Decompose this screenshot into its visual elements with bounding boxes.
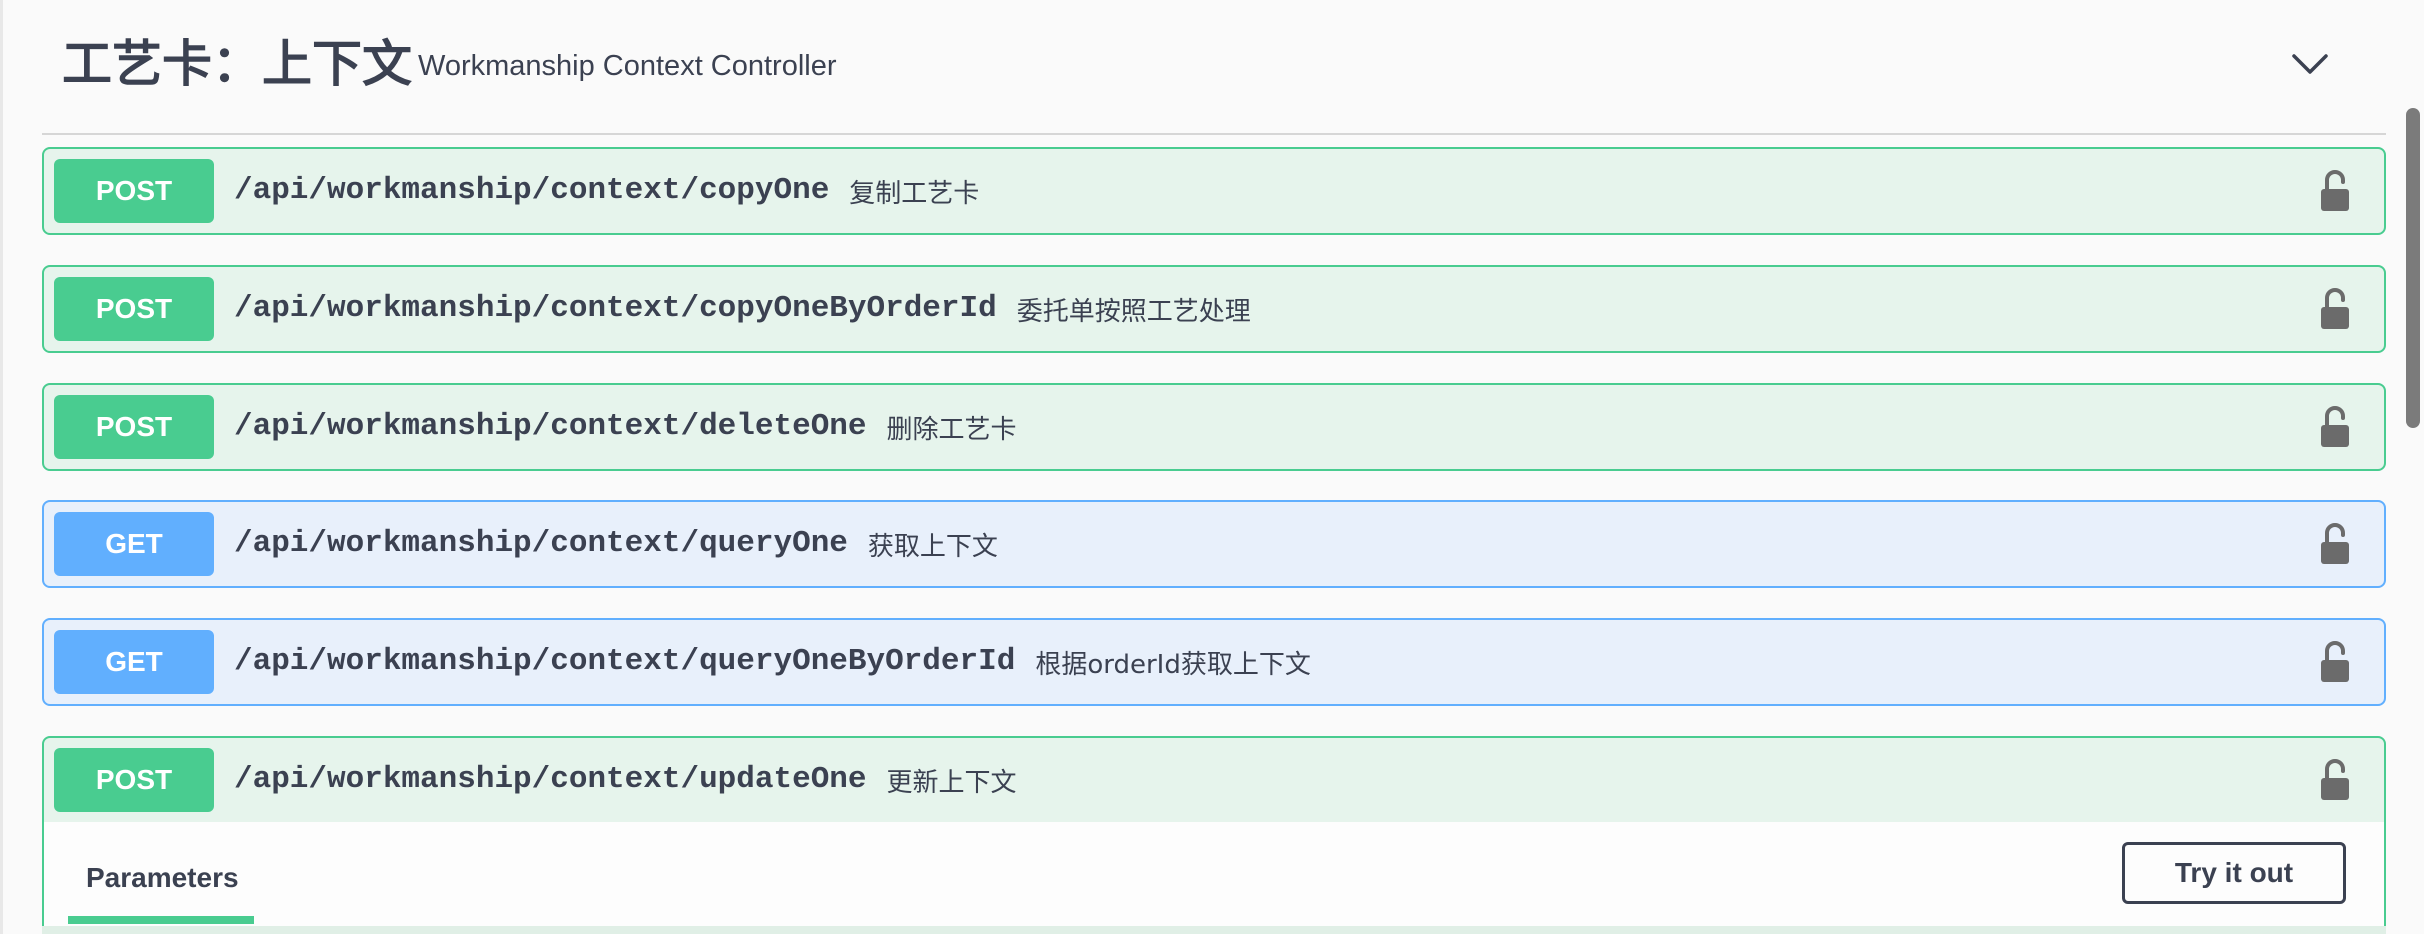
operation-path-row: /api/workmanship/context/queryOne 获取上下文 xyxy=(234,524,998,564)
operation-summary: 更新上下文 xyxy=(886,767,1017,798)
operation-summary: 获取上下文 xyxy=(867,531,998,562)
page: 工艺卡：上下文 Workmanship Context Controller P… xyxy=(0,0,2424,934)
operation-body-background xyxy=(44,822,2384,932)
operation-deleteone[interactable]: POST /api/workmanship/context/deleteOne … xyxy=(42,383,2386,471)
tag-section-header[interactable]: 工艺卡：上下文 Workmanship Context Controller xyxy=(42,0,2386,135)
operation-summary: 根据orderId获取上下文 xyxy=(1035,649,1311,680)
operation-summary: 删除工艺卡 xyxy=(886,414,1017,445)
scrollbar-thumb[interactable] xyxy=(2406,108,2420,428)
method-badge: GET xyxy=(54,630,214,694)
operation-updateone[interactable]: POST /api/workmanship/context/updateOne … xyxy=(42,736,2386,824)
operation-path-row: /api/workmanship/context/copyOneByOrderI… xyxy=(234,289,1251,329)
method-badge: POST xyxy=(54,159,214,223)
operation-path: /api/workmanship/context/deleteOne xyxy=(234,409,867,444)
operation-queryonebyorderid[interactable]: GET /api/workmanship/context/queryOneByO… xyxy=(42,618,2386,706)
operation-queryone[interactable]: GET /api/workmanship/context/queryOne 获取… xyxy=(42,500,2386,588)
method-badge: POST xyxy=(54,395,214,459)
section-divider xyxy=(42,926,2386,934)
tag-description: Workmanship Context Controller xyxy=(418,50,837,82)
operation-path-row: /api/workmanship/context/copyOne 复制工艺卡 xyxy=(234,171,979,211)
try-it-out-button[interactable]: Try it out xyxy=(2122,842,2346,904)
operation-path: /api/workmanship/context/queryOneByOrder… xyxy=(234,644,1016,679)
operation-path: /api/workmanship/context/updateOne xyxy=(234,762,867,797)
tab-parameters[interactable]: Parameters xyxy=(86,858,239,898)
unlock-icon[interactable] xyxy=(2318,169,2352,213)
unlock-icon[interactable] xyxy=(2318,287,2352,331)
operation-path: /api/workmanship/context/queryOne xyxy=(234,526,848,561)
operation-path: /api/workmanship/context/copyOneByOrderI… xyxy=(234,291,997,326)
operation-path-row: /api/workmanship/context/deleteOne 删除工艺卡 xyxy=(234,407,1017,447)
method-badge: GET xyxy=(54,512,214,576)
operation-copyonebyorderid[interactable]: POST /api/workmanship/context/copyOneByO… xyxy=(42,265,2386,353)
unlock-icon[interactable] xyxy=(2318,522,2352,566)
operation-path-row: /api/workmanship/context/updateOne 更新上下文 xyxy=(234,760,1017,800)
operation-body: Parameters Try it out xyxy=(42,822,2386,934)
tag-title: 工艺卡：上下文 xyxy=(62,35,412,93)
operation-path: /api/workmanship/context/copyOne xyxy=(234,173,830,208)
unlock-icon[interactable] xyxy=(2318,758,2352,802)
unlock-icon[interactable] xyxy=(2318,405,2352,449)
operation-path-row: /api/workmanship/context/queryOneByOrder… xyxy=(234,642,1311,682)
page-edge xyxy=(0,0,3,934)
method-badge: POST xyxy=(54,748,214,812)
unlock-icon[interactable] xyxy=(2318,640,2352,684)
tab-active-indicator xyxy=(68,916,254,924)
method-badge: POST xyxy=(54,277,214,341)
chevron-down-icon[interactable] xyxy=(2290,48,2330,80)
operation-summary: 复制工艺卡 xyxy=(849,178,980,209)
operation-copyone[interactable]: POST /api/workmanship/context/copyOne 复制… xyxy=(42,147,2386,235)
operation-summary: 委托单按照工艺处理 xyxy=(1016,296,1251,327)
